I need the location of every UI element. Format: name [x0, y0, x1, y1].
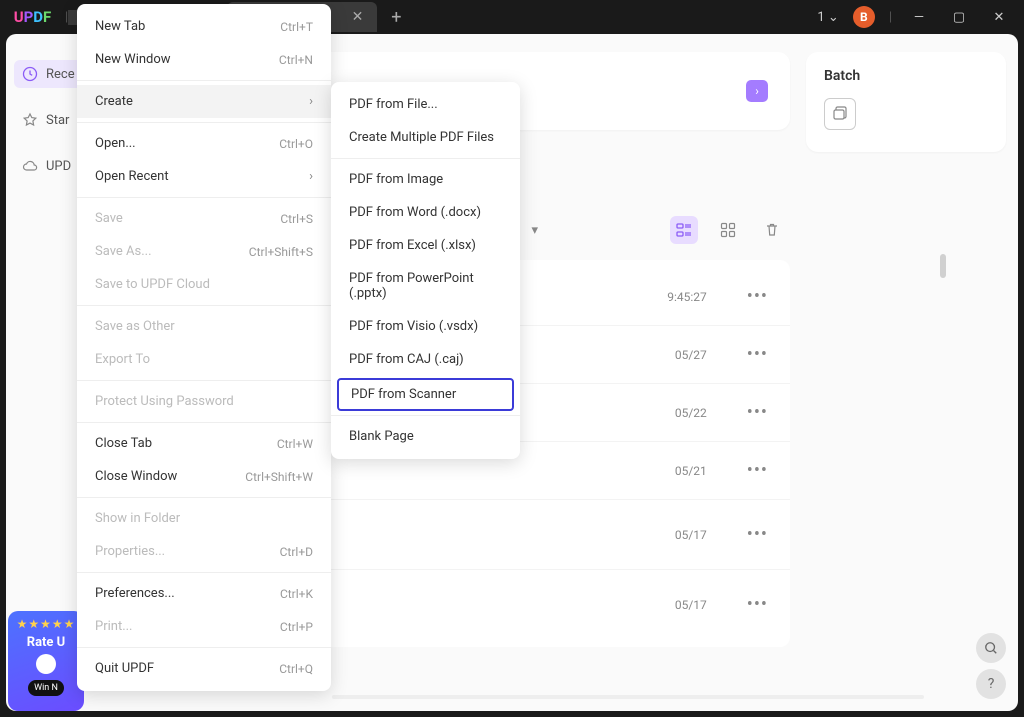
create-blank[interactable]: Blank Page: [331, 420, 520, 453]
app-logo: UPDF: [0, 8, 65, 26]
create-submenu: PDF from File... Create Multiple PDF Fil…: [331, 82, 520, 459]
menu-save-cloud: Save to UPDF Cloud: [77, 268, 331, 301]
file-date: 9:45:27: [667, 290, 747, 304]
menu-show-folder: Show in Folder: [77, 502, 331, 535]
menu-close-window[interactable]: Close WindowCtrl+Shift+W: [77, 460, 331, 493]
menu-properties: Properties...Ctrl+D: [77, 535, 331, 568]
search-go-button[interactable]: ›: [746, 80, 768, 102]
file-date: 05/27: [675, 348, 747, 362]
batch-card: Batch: [806, 52, 1006, 152]
create-from-visio[interactable]: PDF from Visio (.vsdx): [331, 310, 520, 343]
file-date: 05/22: [675, 406, 747, 420]
sidebar-item-star[interactable]: Star: [14, 106, 77, 134]
menu-open-recent[interactable]: Open Recent›: [77, 160, 331, 193]
chevron-down-icon[interactable]: ▾: [531, 223, 538, 238]
menu-protect: Protect Using Password: [77, 385, 331, 418]
menu-close-tab[interactable]: Close TabCtrl+W: [77, 427, 331, 460]
menu-create[interactable]: Create›: [77, 85, 331, 118]
notification-indicator[interactable]: 1 ⌄: [817, 10, 838, 25]
create-multiple[interactable]: Create Multiple PDF Files: [331, 121, 520, 154]
sidebar-item-cloud[interactable]: UPD: [14, 152, 79, 180]
menu-export: Export To: [77, 343, 331, 376]
star-icon: [22, 112, 38, 128]
menu-print: Print...Ctrl+P: [77, 610, 331, 643]
more-icon[interactable]: •••: [747, 402, 768, 423]
menu-preferences[interactable]: Preferences...Ctrl+K: [77, 577, 331, 610]
create-from-excel[interactable]: PDF from Excel (.xlsx): [331, 229, 520, 262]
chevron-right-icon: ›: [309, 169, 313, 184]
create-from-powerpoint[interactable]: PDF from PowerPoint (.pptx): [331, 262, 520, 310]
create-from-word[interactable]: PDF from Word (.docx): [331, 196, 520, 229]
create-from-scanner[interactable]: PDF from Scanner: [337, 378, 514, 411]
menu-new-window[interactable]: New WindowCtrl+N: [77, 43, 331, 76]
promo-card[interactable]: ★★★★★ Rate U Win N: [8, 611, 84, 711]
create-from-caj[interactable]: PDF from CAJ (.caj): [331, 343, 520, 376]
star-icon: ★★★★★: [12, 617, 80, 631]
file-date: 05/17: [675, 598, 747, 612]
cloud-icon: [22, 158, 38, 174]
menu-save-as: Save As...Ctrl+Shift+S: [77, 235, 331, 268]
more-icon[interactable]: •••: [747, 286, 768, 307]
scrollbar-thumb[interactable]: [940, 254, 946, 278]
clock-icon: [22, 66, 38, 82]
promo-rate: Rate U: [12, 635, 80, 650]
file-menu: New TabCtrl+T New WindowCtrl+N Create› O…: [77, 4, 331, 691]
sidebar-item-recent[interactable]: Rece: [14, 60, 83, 88]
more-icon[interactable]: •••: [747, 344, 768, 365]
search-float-button[interactable]: [976, 633, 1006, 663]
batch-combine-button[interactable]: [824, 98, 856, 130]
more-icon[interactable]: •••: [747, 524, 768, 545]
add-tab-button[interactable]: +: [391, 7, 401, 28]
menu-quit[interactable]: Quit UPDFCtrl+Q: [77, 652, 331, 685]
batch-title: Batch: [824, 68, 988, 84]
more-icon[interactable]: •••: [747, 594, 768, 615]
menu-new-tab[interactable]: New TabCtrl+T: [77, 10, 331, 43]
user-avatar[interactable]: B: [853, 6, 875, 28]
create-from-image[interactable]: PDF from Image: [331, 163, 520, 196]
maximize-button[interactable]: ▢: [946, 10, 972, 25]
menu-open[interactable]: Open...Ctrl+O: [77, 127, 331, 160]
minimize-button[interactable]: —: [906, 10, 932, 25]
scrollbar-track[interactable]: [332, 695, 924, 699]
sidebar-label: UPD: [46, 159, 71, 174]
more-icon[interactable]: •••: [747, 460, 768, 481]
menu-save: SaveCtrl+S: [77, 202, 331, 235]
chevron-right-icon: ›: [309, 94, 313, 109]
file-date: 05/21: [675, 464, 747, 478]
sidebar-label: Rece: [46, 67, 75, 82]
close-tab-icon[interactable]: ✕: [352, 9, 364, 25]
help-float-button[interactable]: ?: [976, 669, 1006, 699]
sidebar-label: Star: [46, 113, 69, 128]
trash-button[interactable]: [758, 216, 786, 244]
view-grid-button[interactable]: [714, 216, 742, 244]
create-from-file[interactable]: PDF from File...: [331, 88, 520, 121]
view-list-button[interactable]: [670, 216, 698, 244]
promo-win-button[interactable]: Win N: [28, 680, 64, 696]
file-date: 05/17: [675, 528, 747, 542]
close-window-button[interactable]: ✕: [986, 10, 1012, 25]
menu-save-other: Save as Other: [77, 310, 331, 343]
